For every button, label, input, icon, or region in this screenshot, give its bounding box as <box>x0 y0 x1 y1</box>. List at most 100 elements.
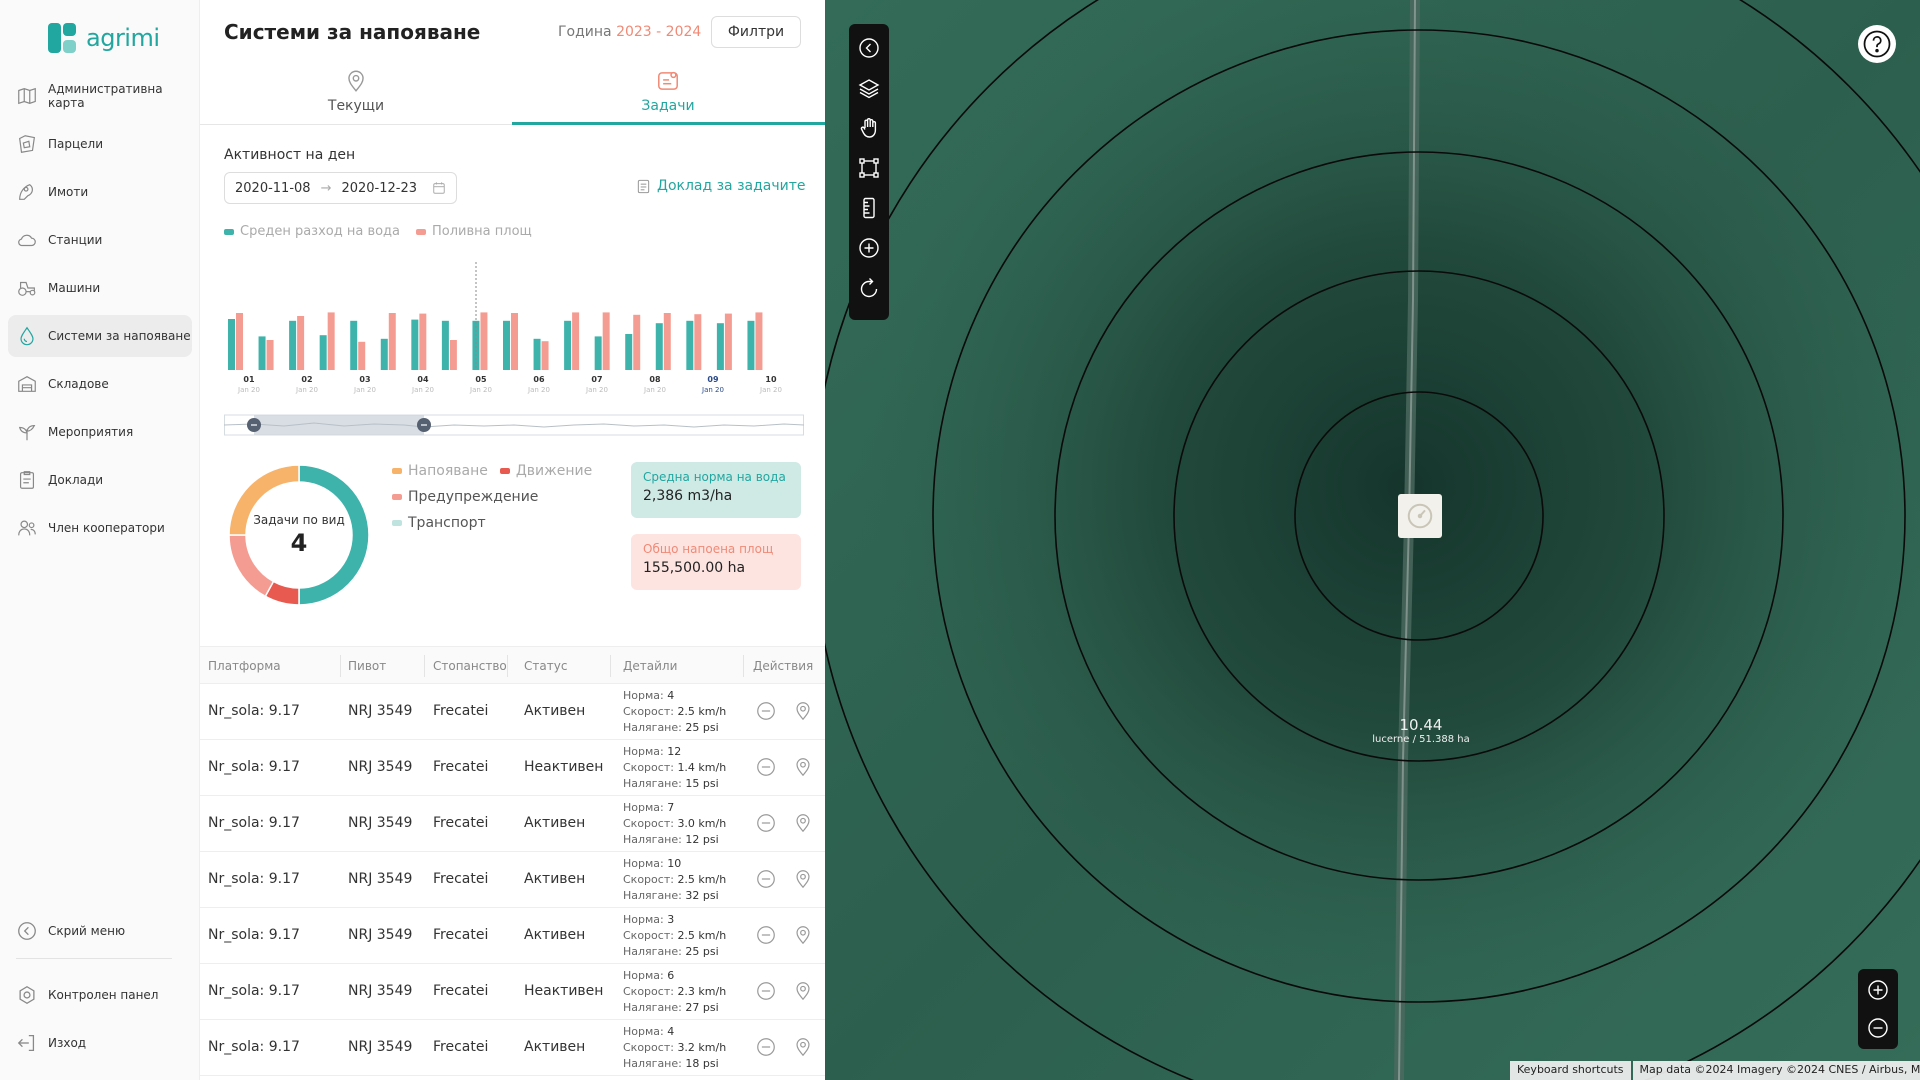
legend-movement[interactable]: Движение <box>499 463 592 479</box>
sidebar-item-drop[interactable]: Системи за напояване <box>8 315 192 357</box>
logo[interactable]: agrimi <box>48 22 160 54</box>
satellite-map[interactable]: 10.44 lucerne / 51.388 ha Keyboard short… <box>825 0 1920 1080</box>
rotate-icon[interactable] <box>854 273 884 303</box>
bar-water-3[interactable] <box>319 335 327 370</box>
bar-area-0[interactable] <box>236 313 243 370</box>
zoom-out-icon[interactable] <box>1863 1013 1893 1043</box>
location-pin-icon[interactable] <box>792 756 814 778</box>
filters-button[interactable]: Филтри <box>711 16 801 48</box>
minus-circle-icon[interactable] <box>755 756 777 778</box>
minus-circle-icon[interactable] <box>755 868 777 890</box>
bar-water-4[interactable] <box>350 320 358 370</box>
col-platform[interactable]: Платформа <box>208 659 281 673</box>
bar-water-11[interactable] <box>564 320 572 370</box>
bar-area-6[interactable] <box>419 313 427 370</box>
bar-area-14[interactable] <box>663 313 671 370</box>
legend-transport[interactable]: Транспорт <box>392 515 486 531</box>
logout-button[interactable]: Изход <box>8 1022 192 1064</box>
pivot-marker[interactable] <box>1398 494 1442 538</box>
bar-area-2[interactable] <box>297 316 305 370</box>
bar-water-5[interactable] <box>380 338 388 370</box>
bar-water-7[interactable] <box>441 320 449 370</box>
year-selector[interactable]: Година 2023 - 2024 <box>558 24 701 40</box>
bar-area-13[interactable] <box>633 314 641 370</box>
bar-area-12[interactable] <box>602 312 610 370</box>
col-details[interactable]: Детайли <box>623 659 677 673</box>
sidebar-item-cloud[interactable]: Станции <box>8 219 192 261</box>
brush-handle-right[interactable] <box>417 418 431 432</box>
bar-water-0[interactable] <box>228 319 235 370</box>
legend-warning[interactable]: Предупреждение <box>392 489 538 505</box>
bar-area-17[interactable] <box>755 312 763 370</box>
bar-area-4[interactable] <box>358 341 366 370</box>
bar-area-16[interactable] <box>724 313 732 370</box>
brush-handle-left[interactable] <box>247 418 261 432</box>
minus-circle-icon[interactable] <box>755 1036 777 1058</box>
sidebar-item-users[interactable]: Член кооператори <box>8 507 192 549</box>
hide-menu-button[interactable]: Скрий меню <box>8 910 192 952</box>
bar-water-12[interactable] <box>594 336 602 370</box>
help-button[interactable] <box>1858 25 1896 63</box>
tab-current[interactable]: Текущи <box>200 68 512 124</box>
bar-water-13[interactable] <box>625 334 633 370</box>
sidebar-item-warehouse[interactable]: Складове <box>8 363 192 405</box>
table-row[interactable]: Nr_sola: 9.17 NRJ 3549 Frecatei Неактивен Но… <box>200 964 825 1020</box>
col-pivot[interactable]: Пивот <box>348 659 386 673</box>
location-pin-icon[interactable] <box>792 700 814 722</box>
minus-circle-icon[interactable] <box>755 924 777 946</box>
zoom-in-icon[interactable] <box>1863 975 1893 1005</box>
table-row[interactable]: Nr_sola: 9.17 NRJ 3549 Frecatei Активен Норм… <box>200 1020 825 1076</box>
location-pin-icon[interactable] <box>792 980 814 1002</box>
minus-circle-icon[interactable] <box>755 812 777 834</box>
bar-area-1[interactable] <box>266 340 274 370</box>
bar-area-3[interactable] <box>327 312 335 370</box>
minus-circle-icon[interactable] <box>755 700 777 722</box>
sidebar-item-parcel[interactable]: Парцели <box>8 123 192 165</box>
col-farm[interactable]: Стопанство <box>433 659 507 673</box>
bar-water-15[interactable] <box>686 320 694 370</box>
sidebar-item-map[interactable]: Административна карта <box>8 75 192 117</box>
date-range-picker[interactable]: 2020-11-08 → 2020-12-23 <box>224 172 457 204</box>
table-row[interactable]: Nr_sola: 9.17 NRJ 3549 Frecatei Активен Норм… <box>200 908 825 964</box>
tasks-report-link[interactable]: Доклад за задачите <box>636 178 806 194</box>
ruler-icon[interactable] <box>854 193 884 223</box>
date-from[interactable]: 2020-11-08 <box>235 181 311 196</box>
back-icon[interactable] <box>854 33 884 63</box>
bar-area-9[interactable] <box>511 313 518 370</box>
bar-water-1[interactable] <box>258 336 266 370</box>
sidebar-item-plant[interactable]: Мероприятия <box>8 411 192 453</box>
table-row[interactable]: Nr_sola: 9.17 NRJ 3549 Frecatei Активен Норм… <box>200 796 825 852</box>
bar-area-10[interactable] <box>541 341 549 370</box>
legend-area[interactable]: Поливна площ <box>416 224 532 239</box>
sidebar-item-clipboard[interactable]: Доклади <box>8 459 192 501</box>
bar-water-6[interactable] <box>411 319 419 370</box>
bar-area-7[interactable] <box>449 340 457 370</box>
tab-tasks[interactable]: Задачи <box>512 68 824 124</box>
legend-water[interactable]: Среден разход на вода <box>224 224 400 239</box>
table-row[interactable]: Nr_sola: 9.17 NRJ 3549 Frecatei Неактивен Но… <box>200 740 825 796</box>
table-row[interactable]: Nr_sola: 9.17 NRJ 3549 Frecatei Активен Норм… <box>200 852 825 908</box>
keyboard-shortcuts-link[interactable]: Keyboard shortcuts <box>1510 1061 1631 1080</box>
location-pin-icon[interactable] <box>792 924 814 946</box>
control-panel-button[interactable]: Контролен панел <box>8 974 192 1016</box>
bar-area-8[interactable] <box>480 312 488 370</box>
bar-water-16[interactable] <box>716 323 724 370</box>
chart-range-brush[interactable] <box>224 413 804 437</box>
legend-irrigation[interactable]: Напояване <box>392 463 488 479</box>
bar-water-10[interactable] <box>533 338 541 370</box>
polygon-icon[interactable] <box>854 153 884 183</box>
date-to[interactable]: 2020-12-23 <box>341 181 417 196</box>
bar-area-11[interactable] <box>572 312 580 370</box>
location-pin-icon[interactable] <box>792 812 814 834</box>
bar-water-17[interactable] <box>747 320 755 370</box>
sidebar-item-tractor[interactable]: Машини <box>8 267 192 309</box>
table-row[interactable]: Nr_sola: 9.17 NRJ 3549 Frecatei Активен Норм… <box>200 684 825 740</box>
layers-icon[interactable] <box>854 73 884 103</box>
col-status[interactable]: Статус <box>524 659 567 673</box>
hand-icon[interactable] <box>854 113 884 143</box>
bar-water-9[interactable] <box>503 320 510 370</box>
sidebar-item-property[interactable]: Имоти <box>8 171 192 213</box>
bar-area-15[interactable] <box>694 314 702 370</box>
add-circle-icon[interactable] <box>854 233 884 263</box>
minus-circle-icon[interactable] <box>755 980 777 1002</box>
